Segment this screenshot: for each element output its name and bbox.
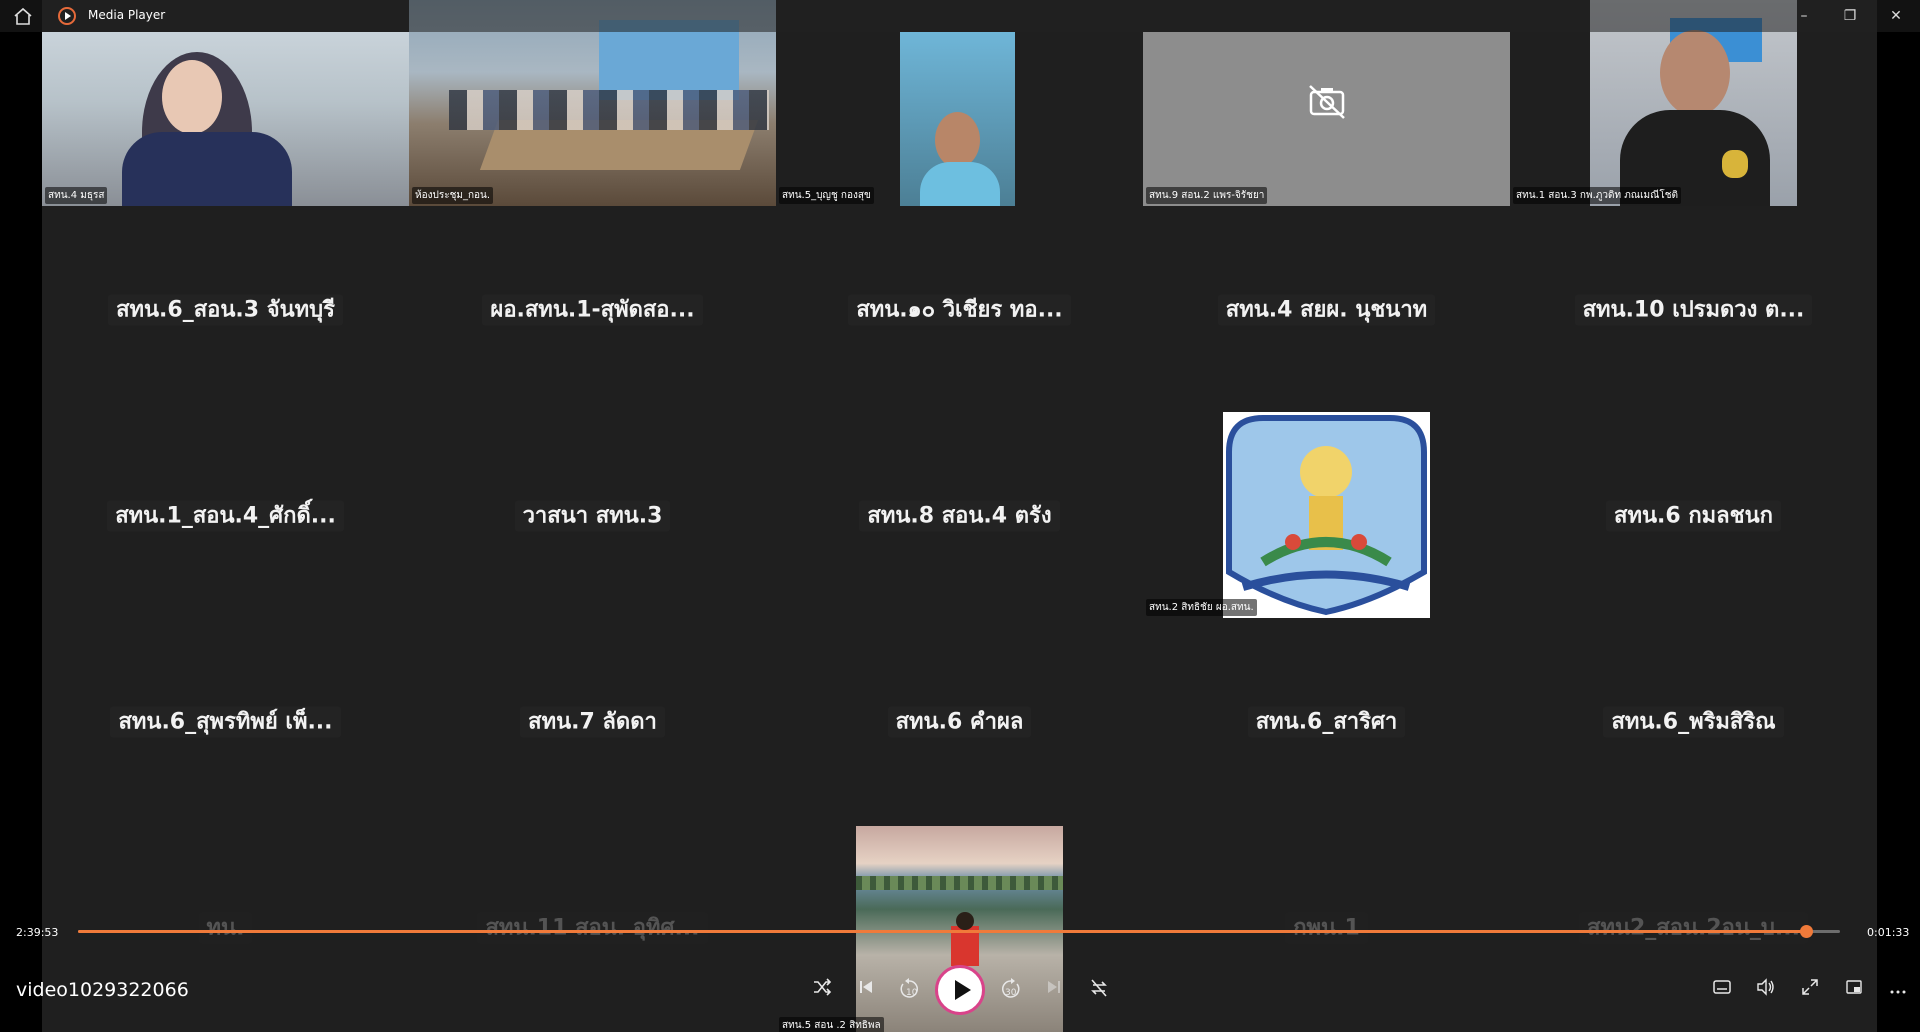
captions-button[interactable] xyxy=(1708,978,1736,1002)
participant-name: สทน.6_สุพรทิพย์ เพ็... xyxy=(110,706,341,738)
play-button[interactable] xyxy=(935,965,985,1015)
next-icon xyxy=(1048,981,1060,993)
fullscreen-icon xyxy=(1802,979,1818,995)
home-icon[interactable] xyxy=(12,6,34,26)
media-player-app-icon xyxy=(58,7,76,25)
participant-name: สทน.10 เปรมดวง ต... xyxy=(1574,294,1813,326)
participant-tile: สทน.10 เปรมดวง ต... xyxy=(1510,206,1877,412)
participant-tile: สทน.6_สุพรทิพย์ เพ็... xyxy=(42,618,409,824)
participant-tile: กพน.1 xyxy=(1143,824,1510,1030)
participant-name: สทน.4 สยผ. นุชนาท xyxy=(1217,294,1436,326)
participant-tile: สทน.6 คำผล xyxy=(776,618,1143,824)
volume-icon xyxy=(1757,978,1774,996)
volume-button[interactable] xyxy=(1752,978,1780,1002)
media-title: video1029322066 xyxy=(16,979,189,1001)
participant-name: วาสนา สทน.3 xyxy=(514,500,671,532)
shuffle-icon xyxy=(814,978,832,996)
video-frame[interactable]: สทน.4 มธุรส ห้องประชุม_กอน. สทน.5_บุญชู … xyxy=(0,0,1920,1032)
seek-thumb[interactable] xyxy=(1799,925,1813,938)
participant-caption: สทน.4 มธุรส xyxy=(45,187,108,204)
mini-player-icon xyxy=(1846,980,1862,994)
fullscreen-button[interactable] xyxy=(1796,978,1824,1002)
emblem-logo-icon xyxy=(1226,415,1427,616)
elapsed-time: 2:39:53 xyxy=(16,926,59,939)
camera-off-icon xyxy=(1309,85,1345,119)
participant-name: สทน.11 สอน. อุทิศ... xyxy=(477,912,708,944)
participant-name: สทน.6 กมลชนก xyxy=(1606,500,1781,532)
participant-tile: สทน.6_สาริศา xyxy=(1143,618,1510,824)
participant-caption: สทน.5_บุญชู กองสุข xyxy=(779,187,874,204)
participant-name: สทน.6 คำผล xyxy=(887,706,1032,738)
participant-tile: สทน.11 สอน. อุทิศ... xyxy=(409,824,776,1030)
participant-name: ผอ.สทน.1-สุพัดสอ... xyxy=(482,294,703,326)
participant-name: สทน.๑๐ วิเชียร ทอ... xyxy=(848,294,1071,326)
skip-forward-label: 30 xyxy=(1005,988,1017,998)
shuffle-button[interactable] xyxy=(808,978,836,1002)
participant-name: สทน.7 ลัดดา xyxy=(520,706,665,738)
participant-video-4: สทน.9 สอน.2 แพร-จิรัชยา xyxy=(1143,32,1510,206)
seek-progress xyxy=(78,930,1806,933)
participant-tile: สทน.6_พริมสิริณ xyxy=(1510,618,1877,824)
participant-video-1: สทน.4 มธุรส xyxy=(42,32,409,206)
skip-forward-button[interactable]: 30 xyxy=(997,978,1025,1002)
participant-name: สทน.6_สอน.3 จันทบุรี xyxy=(108,294,343,326)
next-button[interactable] xyxy=(1040,978,1068,1002)
letterbox-right xyxy=(1877,0,1920,1032)
repeat-off-button[interactable] xyxy=(1085,978,1113,1002)
participant-video-3 xyxy=(900,32,1015,206)
previous-button[interactable] xyxy=(852,978,880,1002)
participant-caption: สทน.2 สิทธิชัย ผอ.สทน. xyxy=(1146,599,1257,616)
mini-player-button[interactable] xyxy=(1840,978,1868,1002)
skip-back-button[interactable]: 10 xyxy=(895,978,923,1002)
repeat-off-icon xyxy=(1091,979,1107,997)
more-options-button[interactable] xyxy=(1884,978,1912,1002)
letterbox-left xyxy=(0,0,42,1032)
participant-caption: สทน.5 สอน .2 สิทธิพล xyxy=(779,1017,884,1032)
participant-tile: สทน.๑๐ วิเชียร ทอ... xyxy=(776,206,1143,412)
participant-avatar xyxy=(1223,412,1430,618)
participant-tile: วาสนา สทน.3 xyxy=(409,412,776,618)
participant-tile: สทน.8 สอน.4 ตรัง xyxy=(776,412,1143,618)
participant-name: สทน.8 สอน.4 ตรัง xyxy=(859,500,1060,532)
participant-tile: สทน.4 สยผ. นุชนาท xyxy=(1143,206,1510,412)
seek-bar[interactable] xyxy=(78,925,1840,938)
app-title: Media Player xyxy=(88,8,166,22)
skip-back-label: 10 xyxy=(906,988,918,998)
remaining-time: 0:01:33 xyxy=(1867,926,1910,939)
participant-tile: สทน.6 กมลชนก xyxy=(1510,412,1877,618)
participant-caption: สทน.1 สอน.3 กพ.ภูวดิท ภณเมณีโชติ xyxy=(1513,187,1682,204)
close-button[interactable]: ✕ xyxy=(1882,4,1910,28)
captions-icon xyxy=(1713,980,1731,994)
restore-button[interactable]: ❐ xyxy=(1836,4,1864,28)
title-bar: Media Player – ❐ ✕ xyxy=(0,0,1920,32)
participant-name: สทน.6_พริมสิริณ xyxy=(1603,706,1784,738)
participant-name: ทน. xyxy=(198,912,253,944)
participant-name: สทน.1_สอน.4_ศักดิ์... xyxy=(107,500,344,532)
participant-name: สทน2_สอน.2อน_บ... xyxy=(1579,912,1808,944)
minimize-button[interactable]: – xyxy=(1790,4,1818,28)
participant-tile: สทน.1_สอน.4_ศักดิ์... xyxy=(42,412,409,618)
participant-name: กพน.1 xyxy=(1285,912,1368,944)
participant-tile: สทน.2 สิทธิชัย ผอ.สทน. xyxy=(1143,412,1510,618)
participant-caption: สทน.9 สอน.2 แพร-จิรัชยา xyxy=(1146,187,1268,204)
participant-tile: ผอ.สทน.1-สุพัดสอ... xyxy=(409,206,776,412)
previous-icon xyxy=(860,981,872,993)
more-icon xyxy=(1890,990,1906,994)
participant-caption: ห้องประชุม_กอน. xyxy=(412,187,494,204)
participant-tile: สทน.7 ลัดดา xyxy=(409,618,776,824)
participant-tile: สทน.6_สอน.3 จันทบุรี xyxy=(42,206,409,412)
participant-name: สทน.6_สาริศา xyxy=(1247,706,1406,738)
